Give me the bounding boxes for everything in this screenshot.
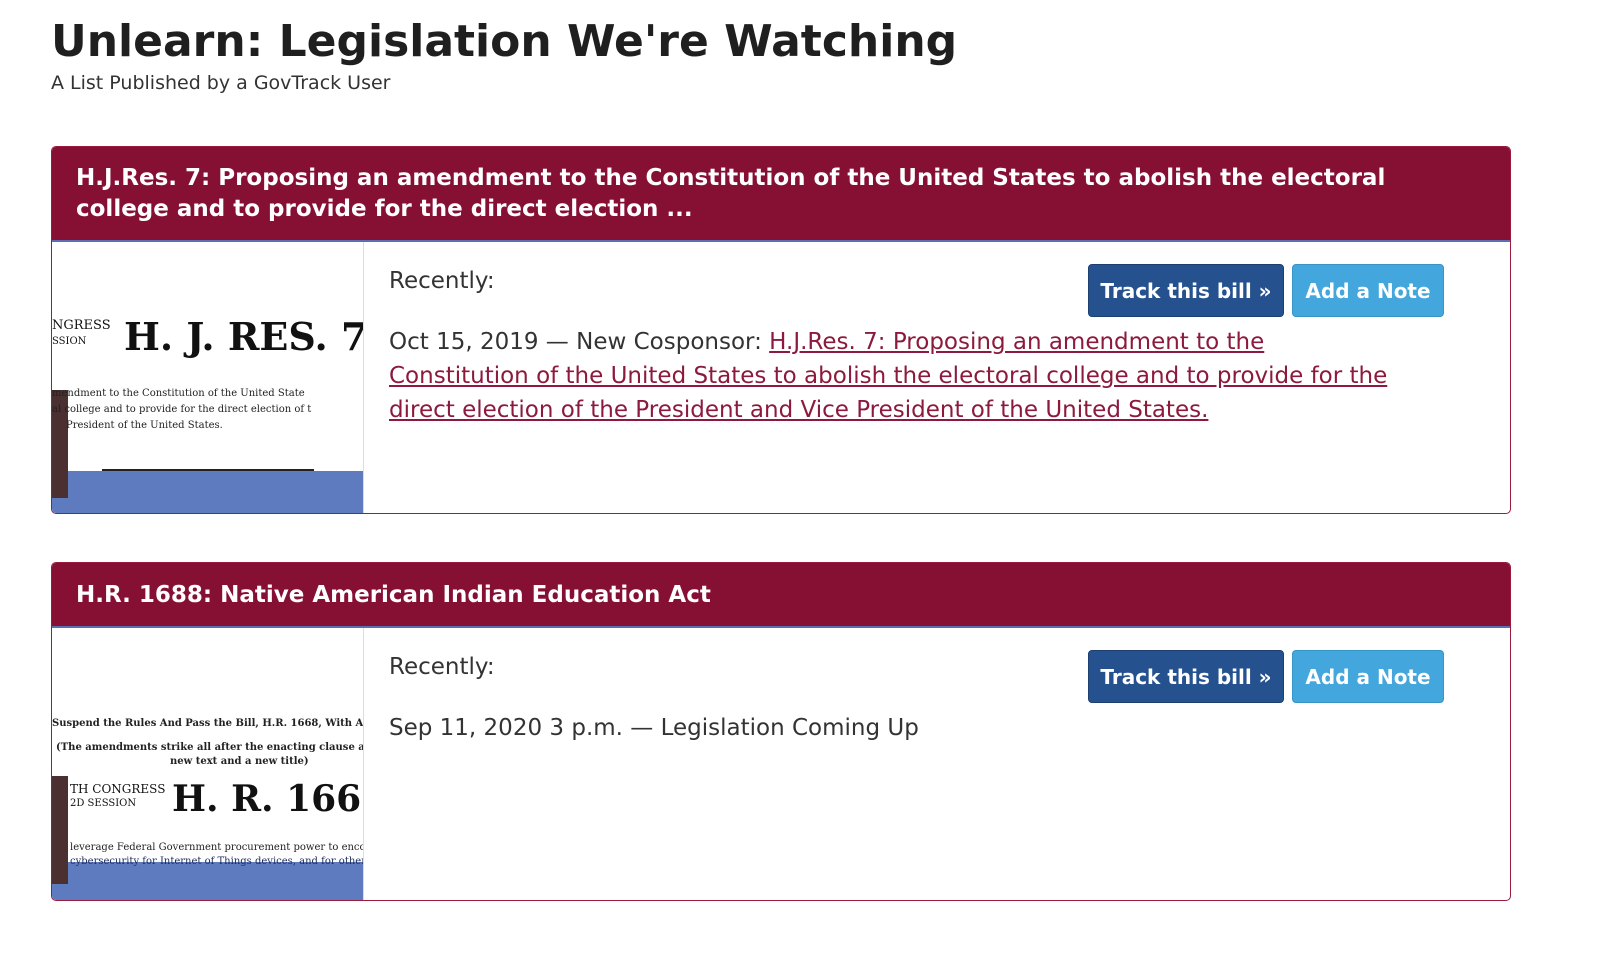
add-note-button[interactable]: Add a Note bbox=[1292, 264, 1444, 317]
bill-actions: Track this bill » Add a Note bbox=[1088, 264, 1444, 317]
thumbnail-bill-number: H. J. RES. 7 bbox=[124, 314, 364, 359]
thumbnail-session: 2D SESSION bbox=[70, 798, 137, 809]
thumbnail-rule bbox=[102, 469, 314, 471]
thumbnail-band bbox=[52, 471, 363, 513]
thumbnail-line: cybersecurity for Internet of Things dev… bbox=[70, 856, 364, 867]
track-bill-button[interactable]: Track this bill » bbox=[1088, 650, 1284, 703]
thumbnail-line: Suspend the Rules And Pass the Bill, H.R… bbox=[52, 718, 364, 729]
bill-card: H.R. 1688: Native American Indian Educat… bbox=[51, 562, 1511, 901]
recent-event: Sep 11, 2020 3 p.m. — Legislation Coming… bbox=[389, 711, 1389, 745]
thumbnail-session: SSION bbox=[52, 336, 87, 347]
bill-title-link[interactable]: H.R. 1688: Native American Indian Educat… bbox=[52, 563, 1510, 628]
event-date-text: Sep 11, 2020 3 p.m. — Legislation Coming… bbox=[389, 715, 919, 741]
bill-thumbnail[interactable]: Suspend the Rules And Pass the Bill, H.R… bbox=[52, 628, 364, 900]
thumbnail-person bbox=[52, 776, 68, 884]
bill-title-link[interactable]: H.J.Res. 7: Proposing an amendment to th… bbox=[52, 147, 1510, 242]
track-bill-button[interactable]: Track this bill » bbox=[1088, 264, 1284, 317]
bill-actions: Track this bill » Add a Note bbox=[1088, 650, 1444, 703]
add-note-button[interactable]: Add a Note bbox=[1292, 650, 1444, 703]
page-subtitle: A List Published by a GovTrack User bbox=[51, 72, 391, 94]
bill-card-body: NGRESS SSION H. J. RES. 7 mendment to th… bbox=[52, 242, 1510, 513]
bill-card: H.J.Res. 7: Proposing an amendment to th… bbox=[51, 146, 1511, 514]
event-date-text: Oct 15, 2019 — New Cosponsor: bbox=[389, 329, 770, 355]
page-title: Unlearn: Legislation We're Watching bbox=[51, 16, 958, 67]
thumbnail-line: new text and a new title) bbox=[170, 756, 309, 767]
thumbnail-congress: TH CONGRESS bbox=[70, 782, 166, 796]
page: Unlearn: Legislation We're Watching A Li… bbox=[0, 0, 1600, 957]
thumbnail-line: mendment to the Constitution of the Unit… bbox=[52, 388, 305, 399]
bill-card-body: Suspend the Rules And Pass the Bill, H.R… bbox=[52, 628, 1510, 900]
bill-thumbnail[interactable]: NGRESS SSION H. J. RES. 7 mendment to th… bbox=[52, 242, 364, 513]
thumbnail-congress: NGRESS bbox=[52, 318, 111, 333]
recent-event: Oct 15, 2019 — New Cosponsor: H.J.Res. 7… bbox=[389, 325, 1389, 427]
thumbnail-line: al college and to provide for the direct… bbox=[52, 404, 312, 415]
thumbnail-line: President of the United States. bbox=[66, 420, 223, 431]
thumbnail-bill-number: H. R. 1668 bbox=[172, 778, 363, 820]
